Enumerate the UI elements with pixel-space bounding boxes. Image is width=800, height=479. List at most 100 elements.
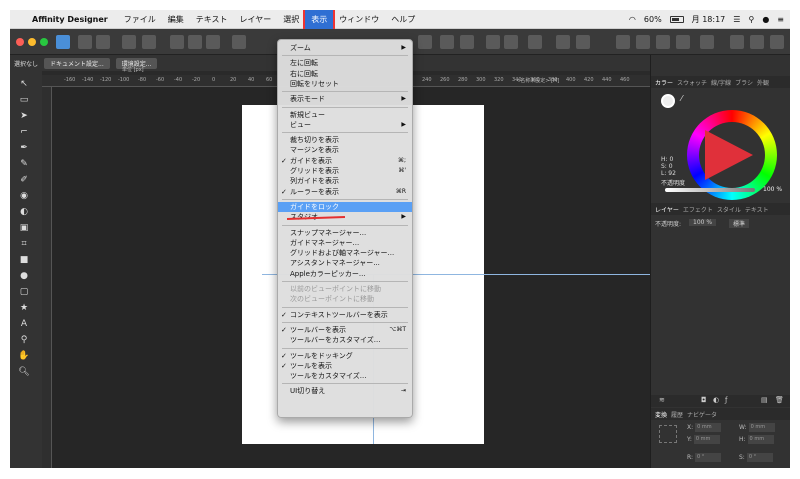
view-menu-item[interactable]: ✓ ツールを表示 xyxy=(278,361,412,371)
menu-list-icon[interactable]: ☰ xyxy=(733,15,740,24)
s-value[interactable]: 0 ° xyxy=(746,453,773,462)
tab-brushes[interactable]: ブラシ xyxy=(735,78,753,87)
adjustment-icon[interactable]: ◐ xyxy=(713,396,719,404)
view-menu-item[interactable]: 表示モード ▶ xyxy=(278,94,412,104)
menu-help[interactable]: ヘルプ xyxy=(385,10,421,29)
geometry-icon[interactable] xyxy=(700,35,714,49)
rounded-rect-tool-icon[interactable]: ▢ xyxy=(18,287,30,297)
order-icon[interactable] xyxy=(440,35,454,49)
r-value[interactable]: 0 ° xyxy=(695,453,722,462)
eyedropper-icon[interactable]: ⁄ xyxy=(681,94,682,103)
place-image-icon[interactable]: ▣ xyxy=(18,223,30,233)
transparency-tool-icon[interactable]: ◐ xyxy=(18,207,30,217)
rectangle-tool-icon[interactable]: ■ xyxy=(18,255,30,265)
view-menu-item[interactable]: ガイドマネージャー... xyxy=(278,238,412,248)
crop-tool-icon[interactable]: ⌗ xyxy=(18,239,30,249)
delete-layer-icon[interactable]: 🗑︎ xyxy=(775,396,784,404)
view-menu-item[interactable]: 左に回転 xyxy=(278,58,412,68)
view-menu-item[interactable]: ツールをカスタマイズ... xyxy=(278,371,412,381)
tool-settings-icon[interactable] xyxy=(142,35,156,49)
flip-icon[interactable] xyxy=(636,35,650,49)
view-menu-item[interactable]: アシスタントマネージャー... xyxy=(278,258,412,268)
fill-tool-icon[interactable]: ◉ xyxy=(18,191,30,201)
tab-swatches[interactable]: スウォッチ xyxy=(677,78,707,87)
align-right-icon[interactable] xyxy=(206,35,220,49)
opacity-slider[interactable] xyxy=(665,188,755,192)
view-mode-icon[interactable] xyxy=(730,35,744,49)
y-field[interactable]: Y: 0 mm xyxy=(687,435,720,444)
w-field[interactable]: W: 0 mm xyxy=(739,423,775,432)
zoom-window-button[interactable] xyxy=(40,38,48,46)
layers-stack-icon[interactable]: ≋ xyxy=(659,396,665,404)
boolean-add-icon[interactable] xyxy=(486,35,500,49)
tab-layers[interactable]: レイヤー xyxy=(655,205,679,214)
view-menu-item[interactable]: ガイドをロック xyxy=(278,201,412,212)
menu-select[interactable]: 選択 xyxy=(277,10,305,29)
wifi-icon[interactable]: ◠ xyxy=(629,15,636,24)
menu-view[interactable]: 表示 xyxy=(303,10,336,31)
snap-toggle-icon[interactable] xyxy=(556,35,570,49)
view-menu-item[interactable]: ツールバーをカスタマイズ... xyxy=(278,335,412,345)
brush-tool-icon[interactable]: ✐ xyxy=(18,175,30,185)
clock[interactable]: 月 18:17 xyxy=(692,14,726,25)
view-menu-item[interactable]: 右に回転 xyxy=(278,69,412,79)
view-menu-item[interactable]: グリッドおよび軸マネージャー... xyxy=(278,248,412,258)
view-menu-item[interactable]: グリッドを表示 ⌘' xyxy=(278,166,412,176)
artboard-tool-icon[interactable]: ▭ xyxy=(18,95,30,105)
view-menu-item[interactable]: ✓ ツールをドッキング xyxy=(278,351,412,361)
pencil-tool-icon[interactable]: ✎ xyxy=(18,159,30,169)
color-picker-icon[interactable] xyxy=(576,35,590,49)
transform-icon[interactable] xyxy=(232,35,246,49)
view-menu-item[interactable]: ✓ ツールバーを表示 ⌥⌘T xyxy=(278,325,412,335)
rotate-icon[interactable] xyxy=(656,35,670,49)
x-value[interactable]: 0 mm xyxy=(695,423,722,432)
h-value[interactable]: 0 mm xyxy=(747,435,774,444)
ellipse-tool-icon[interactable]: ● xyxy=(18,271,30,281)
view-menu-item[interactable]: 列ガイドを表示 xyxy=(278,176,412,186)
designer-persona-icon[interactable] xyxy=(56,35,70,49)
eyedropper-tool-icon[interactable]: ⚲ xyxy=(18,335,30,345)
search-icon[interactable]: ⚲ xyxy=(748,15,754,24)
move-tool-icon[interactable]: ↖ xyxy=(18,79,30,89)
pixel-persona-icon[interactable] xyxy=(78,35,92,49)
menu-layer[interactable]: レイヤー xyxy=(234,10,278,29)
fill-swatch[interactable] xyxy=(661,94,675,108)
document-setup-button[interactable]: ドキュメント設定... xyxy=(44,57,110,69)
fx-icon[interactable]: ƒ xyxy=(725,396,727,404)
mask-icon[interactable]: ◘ xyxy=(701,396,707,404)
app-name[interactable]: Affinity Designer xyxy=(32,15,108,24)
tab-color[interactable]: カラー xyxy=(655,78,673,87)
view-menu-item[interactable]: 回転をリセット xyxy=(278,79,412,89)
text-tool-icon[interactable]: A xyxy=(18,319,30,329)
menu-window[interactable]: ウィンドウ xyxy=(333,10,385,29)
opacity-value[interactable]: 100 % xyxy=(763,186,782,193)
pen-tool-icon[interactable]: ✒ xyxy=(18,143,30,153)
view-menu-item[interactable]: ✓ ルーラーを表示 ⌘R xyxy=(278,187,412,197)
color-triangle[interactable] xyxy=(705,130,753,180)
view-menu-item[interactable]: ✓ ガイドを表示 ⌘; xyxy=(278,156,412,166)
view-menu-item[interactable]: マージンを表示 xyxy=(278,145,412,155)
group-icon[interactable] xyxy=(676,35,690,49)
view-menu-item[interactable]: スナップマネージャー... xyxy=(278,228,412,238)
view-quality-icon[interactable] xyxy=(750,35,764,49)
hand-tool-icon[interactable]: ✋ xyxy=(18,351,30,361)
view-menu-item[interactable]: UI切り替え ⇥ xyxy=(278,386,412,396)
close-window-button[interactable] xyxy=(16,38,24,46)
add-layer-icon[interactable]: ▤ xyxy=(761,396,768,404)
rotation-field[interactable]: R: 0 ° xyxy=(687,453,722,462)
tab-styles[interactable]: スタイル xyxy=(717,205,741,214)
tab-text-styles[interactable]: テキスト xyxy=(745,205,769,214)
view-menu-item[interactable]: 裁ち切りを表示 xyxy=(278,135,412,145)
tab-navigator[interactable]: ナビゲータ xyxy=(687,410,717,419)
battery-icon[interactable] xyxy=(669,16,684,23)
align-icon[interactable] xyxy=(170,35,184,49)
layer-opacity-field[interactable]: 100 % xyxy=(689,219,717,226)
user-icon[interactable]: ● xyxy=(762,15,769,24)
zoom-tool-icon[interactable]: 🔍︎ xyxy=(18,367,30,377)
corner-tool-icon[interactable]: ⌐ xyxy=(18,127,30,137)
tab-appearance[interactable]: 外観 xyxy=(757,78,769,87)
control-center-icon[interactable]: ≡ xyxy=(777,15,784,24)
view-menu-item[interactable]: ズーム ▶ xyxy=(278,43,412,53)
shear-field[interactable]: S: 0 ° xyxy=(739,453,773,462)
view-menu-item[interactable]: 新規ビュー xyxy=(278,110,412,120)
